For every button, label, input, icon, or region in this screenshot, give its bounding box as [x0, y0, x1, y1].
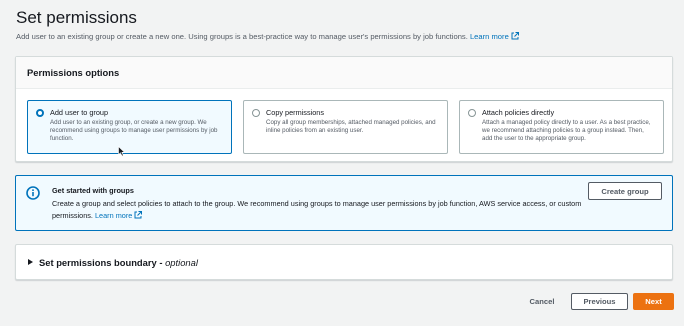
mouse-cursor-icon [118, 146, 126, 157]
learn-more-label: Learn more [469, 32, 509, 41]
page-title: Set permissions [16, 8, 137, 27]
page-description: Add user to an existing group or create … [16, 32, 519, 41]
option-attach-policies-directly[interactable]: Attach policies directly Attach a manage… [459, 100, 664, 154]
option-label: Copy permissions [266, 108, 324, 117]
create-group-button[interactable]: Create group [588, 182, 662, 200]
option-add-user-to-group[interactable]: Add user to group Add user to an existin… [27, 100, 232, 154]
previous-button[interactable]: Previous [571, 293, 628, 310]
option-description: Attach a managed policy directly to a us… [482, 119, 651, 143]
info-icon [26, 186, 40, 200]
info-learn-more-link[interactable]: Learn more [95, 211, 143, 220]
permissions-options-panel: Permissions options Add user to group Ad… [15, 56, 673, 162]
radio-icon[interactable] [252, 109, 260, 117]
panel-header: Permissions options [16, 57, 672, 89]
option-description: Add user to an existing group, or create… [50, 119, 218, 143]
option-description: Copy all group memberships, attached man… [266, 119, 436, 135]
option-label: Attach policies directly [482, 108, 555, 117]
caret-right-icon[interactable] [28, 259, 33, 265]
cancel-button[interactable]: Cancel [520, 293, 564, 310]
option-copy-permissions[interactable]: Copy permissions Copy all group membersh… [243, 100, 448, 154]
info-learn-more-label: Learn more [95, 211, 133, 220]
permissions-boundary-expander[interactable]: Set permissions boundary - optional [15, 244, 673, 280]
next-button[interactable]: Next [633, 293, 674, 310]
radio-icon[interactable] [468, 109, 476, 117]
groups-info-alert: Get started with groups Create a group a… [15, 175, 673, 231]
panel-title: Permissions options [27, 67, 120, 78]
external-link-icon [511, 32, 519, 40]
learn-more-link[interactable]: Learn more [470, 32, 519, 41]
info-title: Get started with groups [52, 186, 134, 195]
info-text-block: Create a group and select policies to at… [52, 198, 592, 222]
boundary-title: Set permissions boundary - optional [39, 257, 198, 268]
boundary-title-text: Set permissions boundary - [39, 257, 163, 268]
option-label: Add user to group [50, 108, 109, 117]
radio-icon[interactable] [36, 109, 44, 117]
boundary-optional-label: optional [165, 257, 198, 268]
page-description-text: Add user to an existing group or create … [16, 32, 468, 41]
external-link-icon [134, 211, 143, 219]
